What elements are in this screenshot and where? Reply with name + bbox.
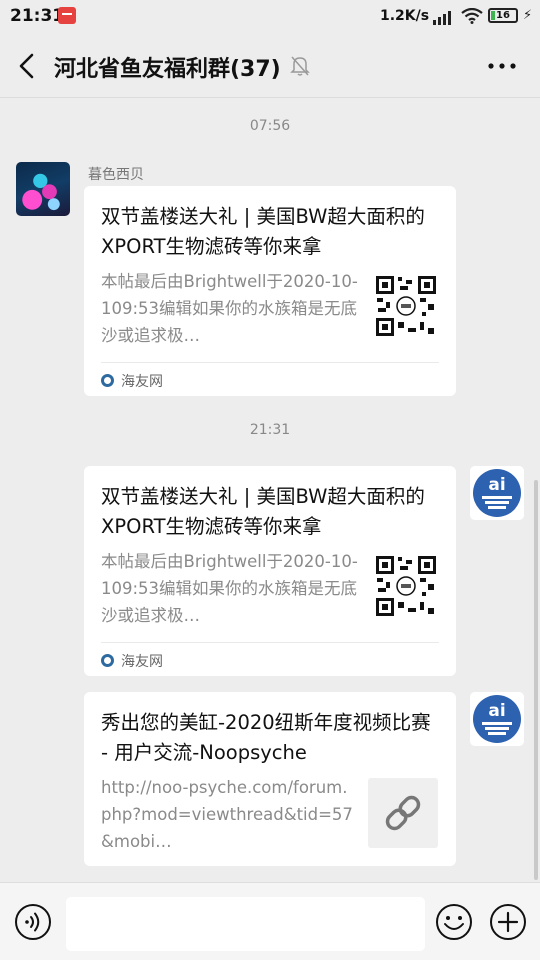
input-bar	[0, 882, 540, 960]
source-app-icon	[101, 374, 114, 387]
back-chevron-icon[interactable]	[14, 52, 42, 80]
card-divider	[101, 642, 439, 643]
sender-avatar[interactable]	[16, 162, 70, 216]
source-app-icon	[101, 654, 114, 667]
plus-icon[interactable]	[489, 903, 527, 941]
battery-level: 16	[496, 10, 510, 21]
message-timestamp: 21:31	[249, 422, 291, 438]
link-card[interactable]: 秀出您的美缸-2020纽斯年度视频比赛 - 用户交流-Noopsyche htt…	[84, 692, 456, 866]
link-url: http://noo-psyche.com/forum.php?mod=view…	[101, 778, 353, 851]
qr-code-thumbnail	[374, 554, 438, 618]
bell-off-icon	[290, 56, 310, 76]
signal-icon	[433, 11, 451, 25]
ai-logo-icon: ai	[470, 692, 524, 746]
scrollbar[interactable]	[534, 480, 538, 880]
chat-message-list[interactable]: 07:56 暮色西贝 双节盖楼送大礼 | 美国BW超大面积的XPORT生物滤砖等…	[0, 98, 540, 882]
message-input[interactable]	[66, 897, 425, 951]
chat-header: 河北省鱼友福利群(37)	[0, 34, 540, 98]
wifi-icon	[461, 8, 483, 24]
article-description: 本帖最后由Brightwell于2020-10-109:53编辑如果你的水族箱是…	[101, 552, 358, 625]
ai-logo-icon: ai	[470, 466, 524, 520]
article-card[interactable]: 双节盖楼送大礼 | 美国BW超大面积的XPORT生物滤砖等你来拿 本帖最后由Br…	[84, 466, 456, 676]
my-avatar[interactable]: ai	[470, 692, 524, 746]
source-name: 海友网	[121, 374, 163, 390]
link-title: 秀出您的美缸-2020纽斯年度视频比赛 - 用户交流-Noopsyche	[101, 711, 431, 764]
network-speed: 1.2K/s	[380, 8, 430, 24]
status-bar: 21:31 1.2K/s 16 ⚡	[0, 0, 540, 34]
battery-icon: 16	[488, 8, 518, 23]
qr-code-thumbnail	[374, 274, 438, 338]
svg-text:ai: ai	[488, 475, 505, 495]
article-card[interactable]: 双节盖楼送大礼 | 美国BW超大面积的XPORT生物滤砖等你来拿 本帖最后由Br…	[84, 186, 456, 396]
article-title: 双节盖楼送大礼 | 美国BW超大面积的XPORT生物滤砖等你来拿	[101, 205, 425, 258]
my-avatar[interactable]: ai	[470, 466, 524, 520]
sender-name: 暮色西贝	[88, 167, 144, 183]
notification-icon	[58, 7, 76, 24]
charging-icon: ⚡	[523, 8, 533, 23]
message-timestamp: 07:56	[249, 118, 291, 134]
link-icon	[385, 795, 421, 831]
status-time: 21:31	[10, 6, 65, 26]
article-title: 双节盖楼送大礼 | 美国BW超大面积的XPORT生物滤砖等你来拿	[101, 485, 425, 538]
svg-text:ai: ai	[488, 701, 505, 721]
more-dots-icon[interactable]	[486, 56, 518, 76]
link-thumbnail	[368, 778, 438, 848]
emoji-icon[interactable]	[435, 903, 473, 941]
article-description: 本帖最后由Brightwell于2020-10-109:53编辑如果你的水族箱是…	[101, 272, 358, 345]
source-name: 海友网	[121, 654, 163, 670]
card-divider	[101, 362, 439, 363]
voice-icon[interactable]	[14, 903, 52, 941]
chat-title: 河北省鱼友福利群(37)	[54, 57, 281, 82]
